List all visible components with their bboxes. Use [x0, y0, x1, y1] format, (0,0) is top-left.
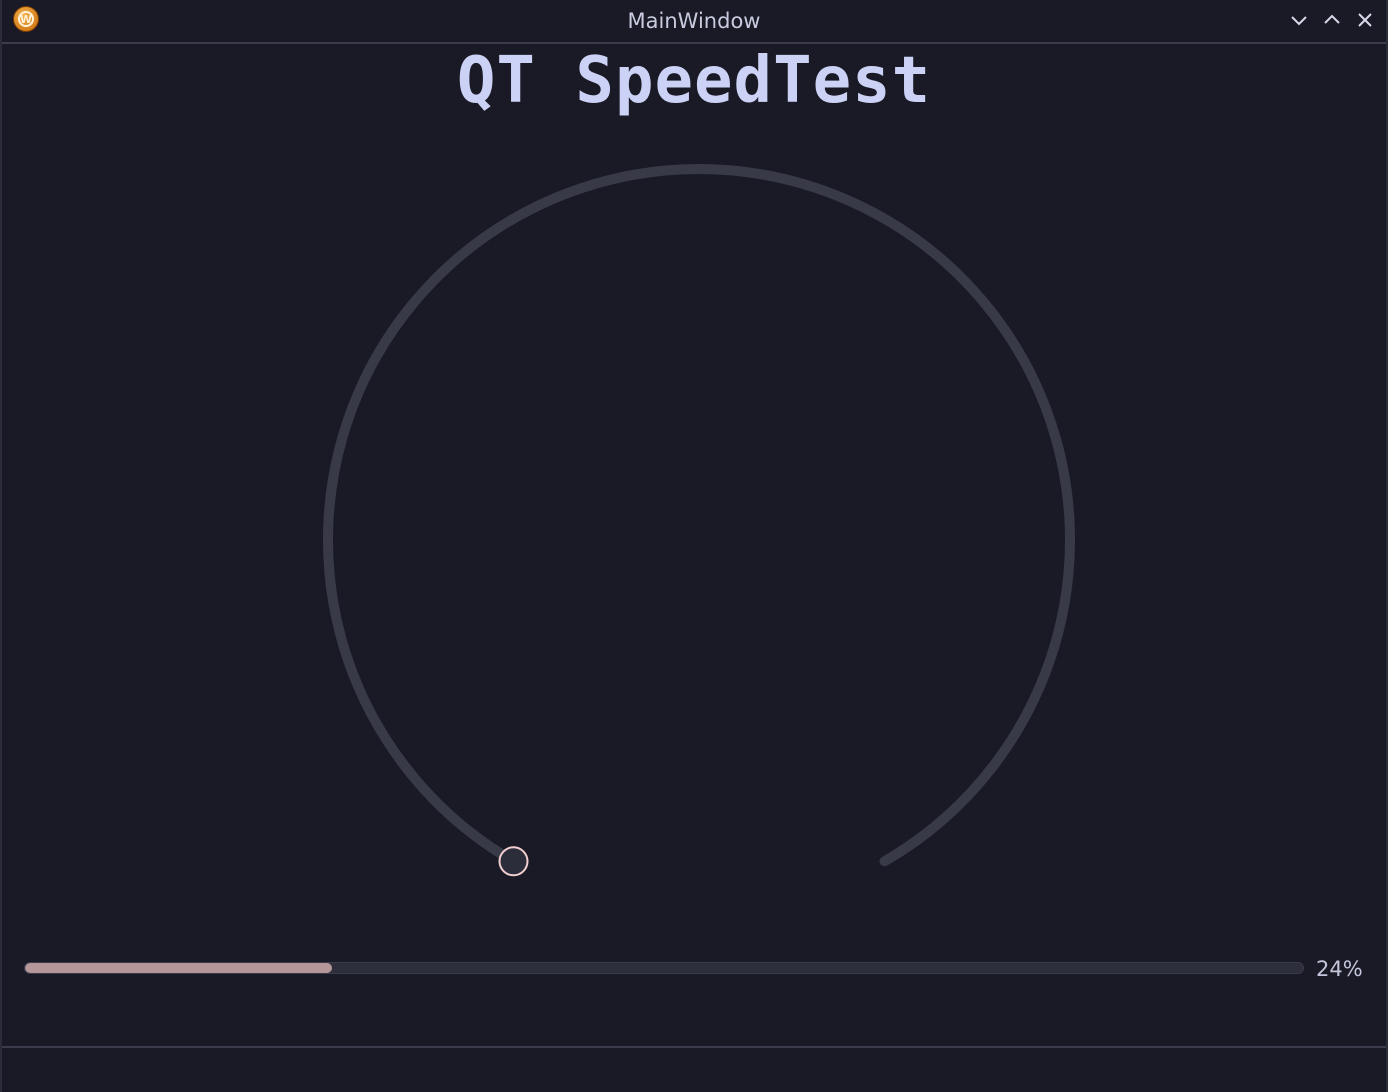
gauge-arc-track — [323, 164, 1075, 867]
progress-bar-fill — [25, 963, 332, 973]
main-window: W MainWindow QT SpeedTest 24% — [0, 0, 1388, 1092]
gauge-handle[interactable] — [498, 846, 529, 877]
status-bar — [2, 1046, 1386, 1092]
speed-gauge — [323, 164, 1075, 877]
progress-percentage: 24% — [1316, 957, 1363, 981]
app-icon[interactable]: W — [13, 6, 39, 32]
app-icon-glyph: W — [19, 13, 33, 26]
progress-bar — [24, 962, 1304, 974]
